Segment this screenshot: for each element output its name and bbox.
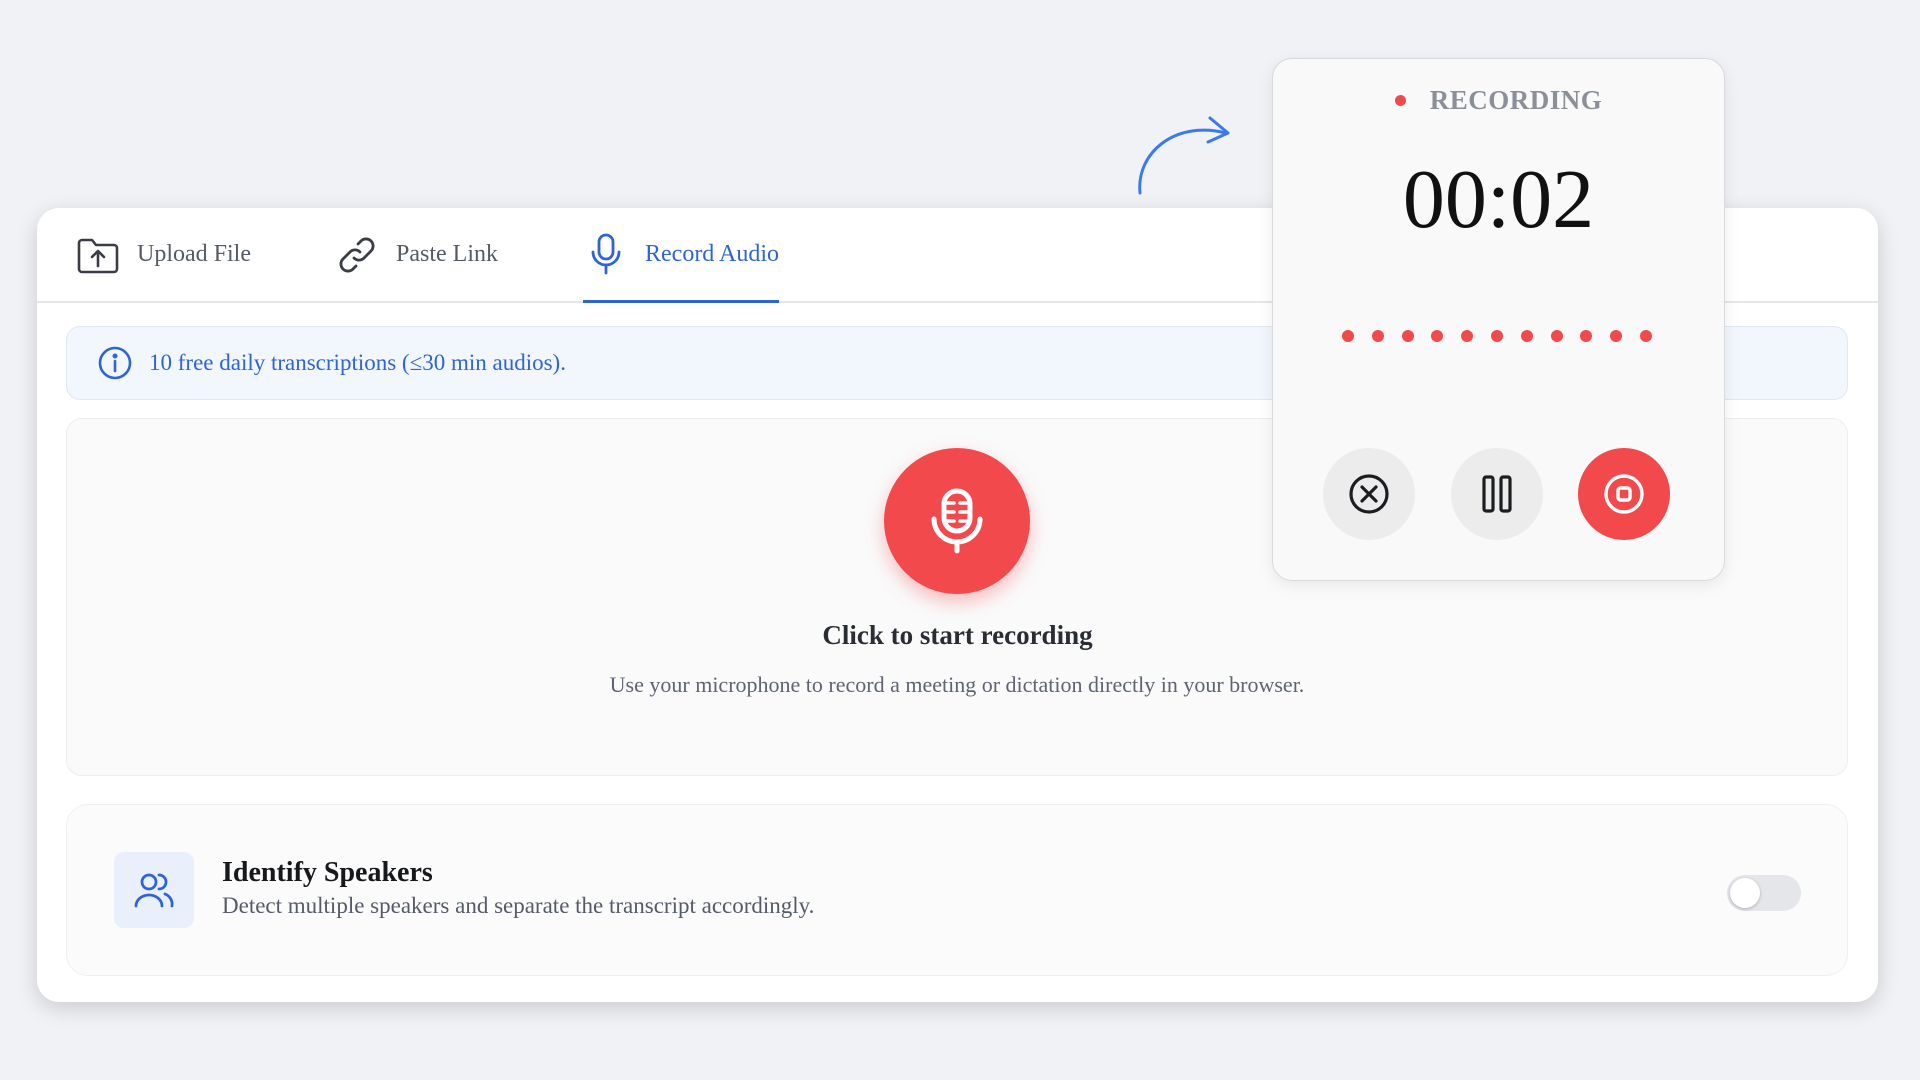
record-description: Use your microphone to record a meeting … bbox=[609, 672, 1305, 697]
audio-level-dot bbox=[1639, 330, 1652, 342]
recording-status: RECORDING bbox=[1273, 85, 1724, 116]
recording-status-label: RECORDING bbox=[1429, 85, 1603, 115]
audio-level-dot bbox=[1580, 330, 1593, 342]
info-icon bbox=[98, 346, 132, 380]
start-recording-button[interactable] bbox=[884, 448, 1030, 594]
link-icon bbox=[334, 232, 380, 278]
audio-level-dot bbox=[1431, 330, 1444, 342]
audio-level-dot bbox=[1550, 330, 1563, 342]
audio-level-dot bbox=[1610, 330, 1623, 342]
audio-level-dot bbox=[1520, 330, 1533, 342]
cancel-recording-button[interactable] bbox=[1323, 448, 1415, 540]
audio-level-dot bbox=[1401, 330, 1414, 342]
speakers-description: Detect multiple speakers and separate th… bbox=[222, 893, 815, 918]
tab-record-label: Record Audio bbox=[645, 240, 779, 267]
tab-paste-label: Paste Link bbox=[396, 241, 498, 267]
stop-circle-icon bbox=[1604, 474, 1644, 514]
microphone-icon bbox=[931, 488, 983, 554]
toggle-knob bbox=[1730, 878, 1760, 908]
close-circle-icon bbox=[1349, 474, 1389, 514]
folder-upload-icon bbox=[75, 232, 121, 278]
record-title: Click to start recording bbox=[822, 620, 1093, 650]
audio-level-dot bbox=[1490, 330, 1503, 342]
pause-icon bbox=[1482, 475, 1512, 513]
identify-speakers-toggle[interactable] bbox=[1727, 875, 1801, 911]
identify-speakers-panel: Identify Speakers Detect multiple speake… bbox=[66, 804, 1848, 976]
pointer-arrow bbox=[1138, 116, 1230, 195]
users-icon bbox=[114, 852, 194, 928]
tab-upload-label: Upload File bbox=[137, 241, 251, 267]
audio-level-dot bbox=[1371, 330, 1384, 342]
audio-level-dot bbox=[1461, 330, 1474, 342]
speakers-title: Identify Speakers bbox=[222, 857, 433, 888]
tab-paste-link[interactable]: Paste Link bbox=[334, 208, 498, 301]
microphone-icon bbox=[583, 231, 629, 277]
pause-recording-button[interactable] bbox=[1451, 448, 1543, 540]
tab-record-audio[interactable]: Record Audio bbox=[583, 208, 779, 303]
audio-level-dot bbox=[1342, 330, 1354, 342]
tab-upload-file[interactable]: Upload File bbox=[75, 208, 251, 301]
audio-level-indicator bbox=[1342, 330, 1652, 344]
stop-recording-button[interactable] bbox=[1578, 448, 1670, 540]
recording-timer: 00:02 bbox=[1402, 153, 1595, 246]
recording-dot-icon bbox=[1394, 95, 1406, 107]
info-text: 10 free daily transcriptions (≤30 min au… bbox=[149, 350, 566, 375]
recording-widget: RECORDING 00:02 bbox=[1272, 58, 1725, 581]
